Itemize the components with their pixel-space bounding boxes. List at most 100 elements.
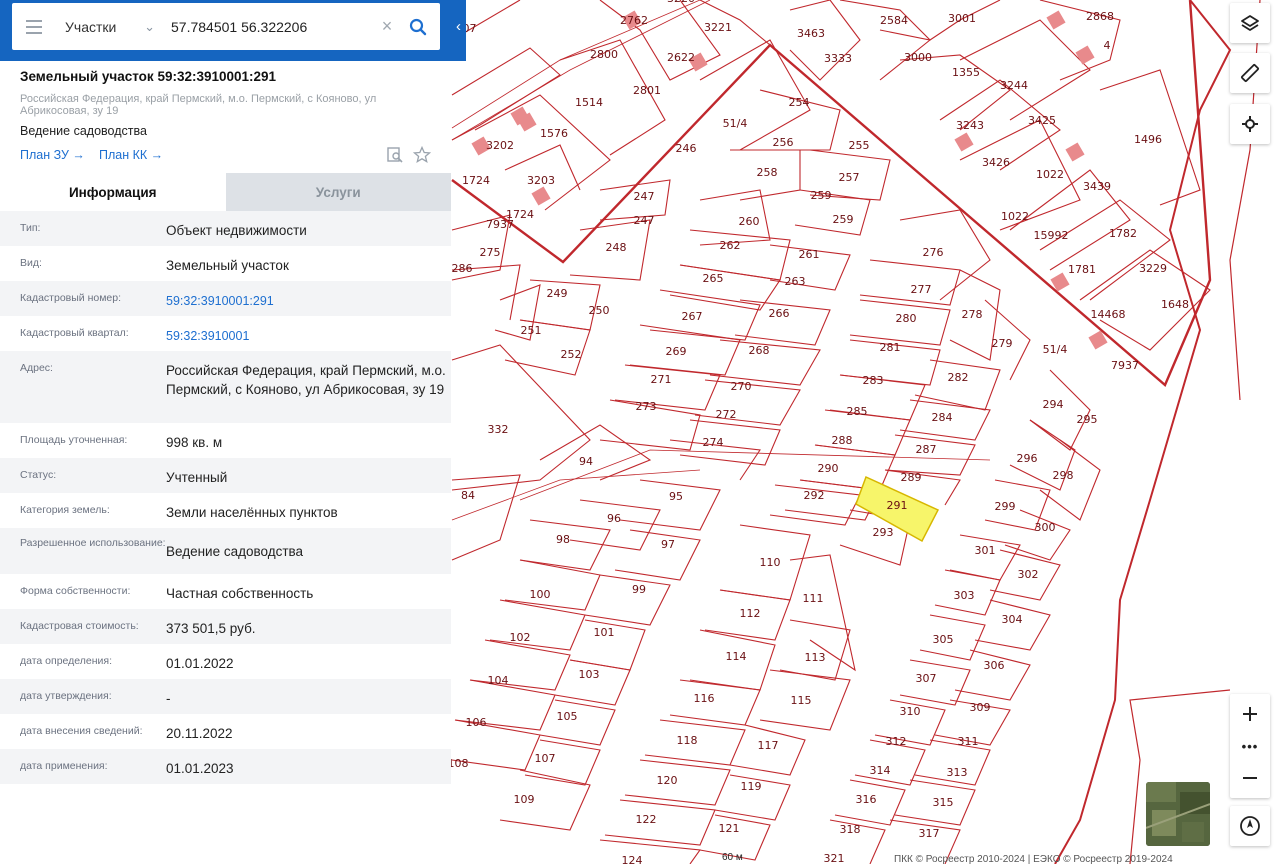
info-label: Форма собственности: <box>20 585 131 597</box>
chevron-down-icon: ⌄ <box>144 18 155 34</box>
layers-icon <box>1241 15 1259 31</box>
parcel-number-276: 276 <box>923 246 944 259</box>
clear-icon[interactable]: × <box>374 16 400 37</box>
parcel-number-332: 332 <box>488 423 509 436</box>
parcel-number-255: 255 <box>849 139 870 152</box>
parcel-number-259: 259 <box>833 213 854 226</box>
parcel-number-246: 246 <box>676 142 697 155</box>
parcel-number-2801: 2801 <box>633 84 661 97</box>
parcel-number-1576: 1576 <box>540 127 568 140</box>
menu-button[interactable] <box>12 3 56 50</box>
parcel-number-1724: 1724 <box>462 174 490 187</box>
parcel-number-121: 121 <box>719 822 740 835</box>
object-purpose: Ведение садоводства <box>20 124 147 138</box>
info-value: 01.01.2022 <box>166 656 234 671</box>
measure-button[interactable] <box>1230 53 1270 93</box>
info-label: Адрес: <box>20 362 53 374</box>
road-edge <box>451 0 711 141</box>
parcel-number-303: 303 <box>954 589 975 602</box>
parcel-number-275: 275 <box>480 246 501 259</box>
parcel-number-290: 290 <box>818 462 839 475</box>
parcel-boundary <box>789 0 861 81</box>
parcel-number-306: 306 <box>984 659 1005 672</box>
search-bar: Участки ⌄ × ‹ <box>0 0 466 61</box>
parcel-number-84: 84 <box>461 489 475 502</box>
info-value: 01.01.2023 <box>166 761 234 776</box>
menu-icon-line <box>26 25 42 28</box>
parcel-number-250: 250 <box>589 304 610 317</box>
parcel-number-97: 97 <box>661 538 675 551</box>
parcel-number-254: 254 <box>789 96 810 109</box>
parcel-number-309: 309 <box>970 701 991 714</box>
more-icon[interactable]: ••• <box>1230 734 1270 758</box>
parcel-number-1022: 1022 <box>1036 168 1064 181</box>
info-row: дата утверждения: - <box>0 679 451 714</box>
parcel-number-287: 287 <box>916 443 937 456</box>
parcel-number-299: 299 <box>995 500 1016 513</box>
parcel-number-310: 310 <box>900 705 921 718</box>
parcel-number-279: 279 <box>992 337 1013 350</box>
info-label: Кадастровая стоимость: <box>20 620 139 632</box>
info-label: Вид: <box>20 257 42 269</box>
search-input[interactable] <box>171 11 371 42</box>
tab-information[interactable]: Информация <box>0 173 226 211</box>
zoom-out-button[interactable] <box>1230 758 1270 798</box>
parcel-number-7937: 7937 <box>1111 359 1139 372</box>
info-table: Тип: Объект недвижимости Вид: Земельный уча… <box>0 211 451 784</box>
parcel-boundary <box>669 264 781 311</box>
parcel-boundary <box>489 599 586 651</box>
parcel-number-304: 304 <box>1002 613 1023 626</box>
layers-button[interactable] <box>1230 3 1270 43</box>
search-button[interactable] <box>400 3 436 50</box>
info-value: 998 кв. м <box>166 435 223 450</box>
object-address: Российская Федерация, край Пермский, м.о… <box>20 93 377 117</box>
plan-zu-link[interactable]: План ЗУ → <box>20 148 85 162</box>
info-label: Статус: <box>20 469 57 481</box>
parcel-number-293: 293 <box>873 526 894 539</box>
compass-button[interactable] <box>1230 806 1270 846</box>
parcel-number-107: 107 <box>535 752 556 765</box>
parcel-number-105: 105 <box>557 710 578 723</box>
parcel-number-104: 104 <box>488 674 509 687</box>
parcel-boundary <box>504 559 601 611</box>
parcel-number-314: 314 <box>870 764 891 777</box>
info-value-link[interactable]: 59:32:3910001 <box>166 316 451 351</box>
satellite-basemap-toggle[interactable] <box>1146 782 1210 846</box>
parcel-number-2584: 2584 <box>880 14 908 27</box>
info-label: Категория земель: <box>20 504 110 516</box>
parcel-number-261: 261 <box>799 248 820 261</box>
tab-services[interactable]: Услуги <box>225 173 451 211</box>
object-type-label: Участки <box>65 18 117 35</box>
crosshair-icon <box>1242 116 1258 132</box>
ruler-icon <box>1241 64 1259 82</box>
building-footprint <box>954 132 974 152</box>
info-row: Кадастровый номер: 59:32:3910001:291 <box>0 281 451 316</box>
document-search-icon[interactable] <box>386 146 404 164</box>
parcel-number-114: 114 <box>726 650 747 663</box>
parcel-boundary <box>614 529 701 581</box>
parcel-boundary <box>954 649 1031 701</box>
zoom-in-button[interactable] <box>1230 694 1270 734</box>
search-icon <box>409 18 427 35</box>
parcel-number-3203: 3203 <box>527 174 555 187</box>
locate-button[interactable] <box>1230 104 1270 144</box>
parcel-number-117: 117 <box>758 739 779 752</box>
object-type-select[interactable]: Участки ⌄ <box>56 3 161 50</box>
attribution: ПКК © Росреестр 2010-2024 | ЕЭКО © Росре… <box>894 854 1173 864</box>
collapse-panel-button[interactable]: ‹ <box>451 3 466 50</box>
parcel-number-111: 111 <box>803 592 824 605</box>
star-icon[interactable] <box>413 146 431 164</box>
parcel-number-110: 110 <box>760 556 781 569</box>
parcel-number-292: 292 <box>804 489 825 502</box>
parcel-number-251: 251 <box>521 324 542 337</box>
plan-kk-link[interactable]: План КК → <box>99 148 163 162</box>
info-value: Земли населённых пунктов <box>166 505 338 520</box>
info-value-link[interactable]: 59:32:3910001:291 <box>166 281 451 316</box>
parcel-number-1782: 1782 <box>1109 227 1137 240</box>
parcel-boundary <box>839 0 931 81</box>
parcel-number-277: 277 <box>911 283 932 296</box>
info-row: Площадь уточненная: 998 кв. м <box>0 423 451 458</box>
parcel-number-269: 269 <box>666 345 687 358</box>
info-value: Частная собственность <box>166 586 314 601</box>
info-row: Статус: Учтенный <box>0 458 451 493</box>
